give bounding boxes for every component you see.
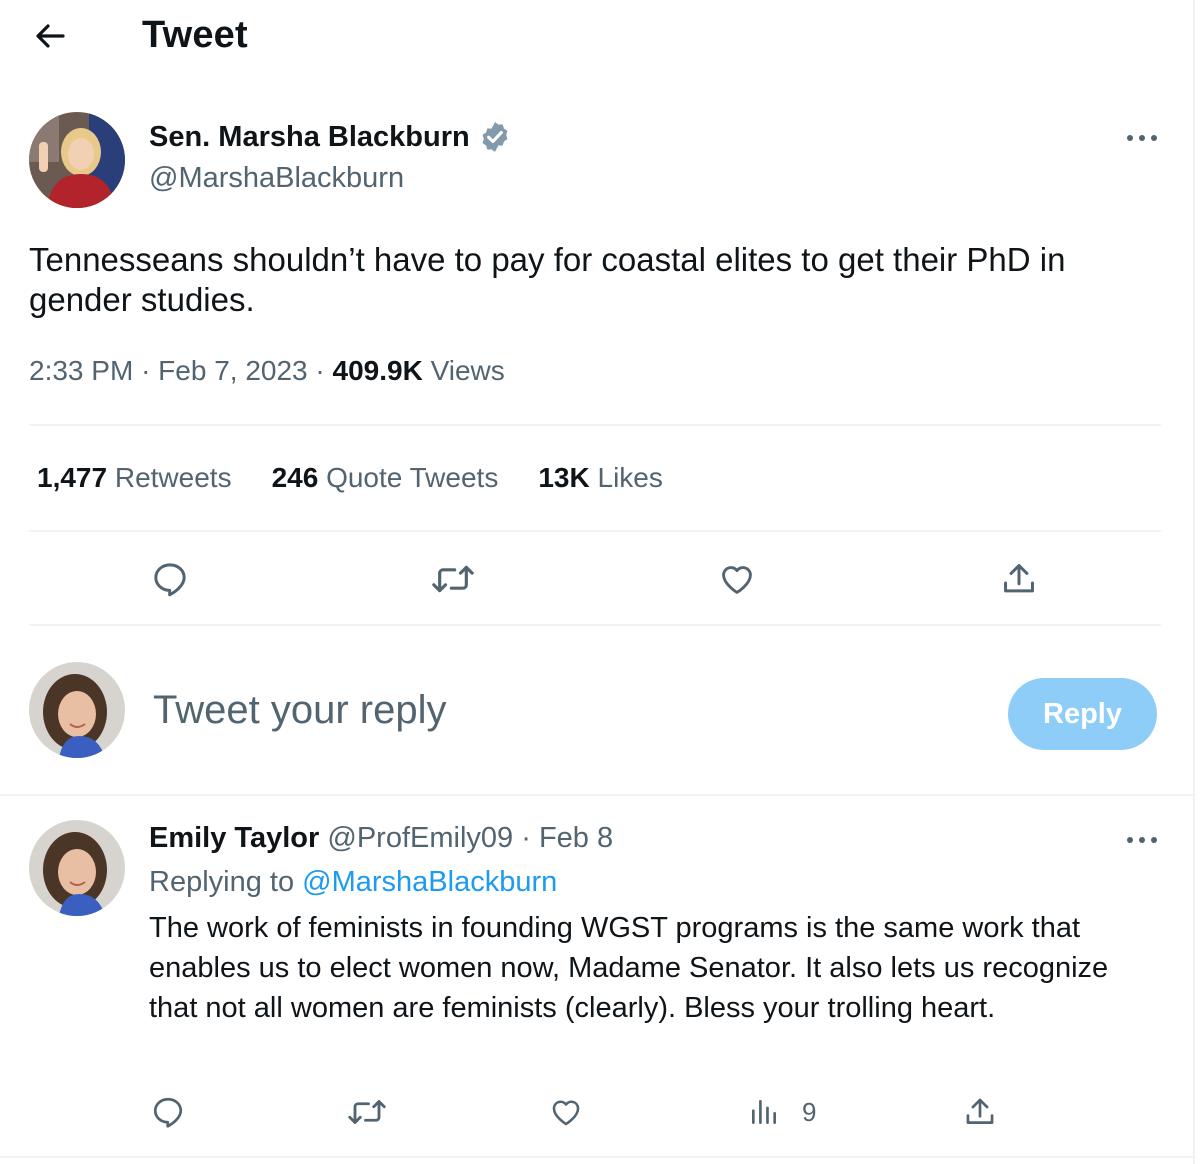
like-button[interactable] <box>712 555 762 603</box>
tweet-time[interactable]: 2:33 PM <box>29 355 133 386</box>
likes-stat[interactable]: 13K Likes <box>538 462 663 494</box>
quotes-label: Quote Tweets <box>326 462 499 493</box>
quote-tweets-stat[interactable]: 246 Quote Tweets <box>272 462 499 494</box>
more-icon <box>1127 837 1157 843</box>
divider <box>29 624 1161 626</box>
reply-author-handle[interactable]: @ProfEmily09 <box>327 822 513 854</box>
replying-to: Replying to @MarshaBlackburn <box>149 866 557 899</box>
retweet-button[interactable] <box>427 555 479 603</box>
verified-badge-icon <box>482 122 508 152</box>
tweet-page: Tweet Sen. Marsha Blackburn @MarshaBlack… <box>0 0 1202 1164</box>
share-icon <box>966 1098 994 1124</box>
back-arrow-icon <box>36 24 65 48</box>
share-icon <box>1004 564 1034 593</box>
reply-retweet-button[interactable] <box>343 1090 391 1134</box>
tweet-date[interactable]: Feb 7, 2023 <box>158 355 307 386</box>
retweet-icon <box>432 565 474 593</box>
reply-input[interactable]: Tweet your reply <box>153 688 446 733</box>
user-avatar[interactable] <box>29 662 125 758</box>
divider <box>0 794 1193 796</box>
reply-date[interactable]: Feb 8 <box>539 822 613 854</box>
submit-reply-button[interactable]: Reply <box>1008 678 1157 750</box>
author-handle[interactable]: @MarshaBlackburn <box>149 162 404 195</box>
replying-mention[interactable]: @MarshaBlackburn <box>302 866 557 898</box>
reply-views-count: 9 <box>802 1096 817 1127</box>
divider <box>29 530 1161 532</box>
replying-prefix: Replying to <box>149 866 295 898</box>
reply-reply-button[interactable] <box>146 1090 190 1134</box>
tweet-text: Tennesseans shouldn’t have to pay for co… <box>29 241 1066 318</box>
reply-icon <box>153 1097 183 1128</box>
reply-author-avatar[interactable] <box>29 820 125 916</box>
more-icon <box>1127 135 1157 141</box>
divider <box>0 1156 1193 1158</box>
tweet-meta: 2:33 PM · Feb 7, 2023 · 409.9K Views <box>29 355 505 387</box>
engagement-stats: 1,477 Retweets 246 Quote Tweets 13K Like… <box>37 462 663 494</box>
author-avatar[interactable] <box>29 112 125 208</box>
reply-views-button[interactable]: 9 <box>748 1090 816 1134</box>
reply-header: Emily Taylor @ProfEmily09 · Feb 8 <box>149 822 613 855</box>
reply-author-name[interactable]: Emily Taylor <box>149 822 319 854</box>
page-title: Tweet <box>142 14 248 56</box>
likes-count: 13K <box>538 462 590 493</box>
reply-share-button[interactable] <box>958 1090 1002 1134</box>
header: Tweet <box>0 0 1193 72</box>
author-name-row: Sen. Marsha Blackburn <box>149 120 512 154</box>
meta-separator: · <box>521 822 539 854</box>
tweet-more-button[interactable] <box>1120 123 1164 153</box>
like-icon <box>722 566 752 594</box>
reply-text: The work of feminists in founding WGST p… <box>149 912 1109 1024</box>
likes-label: Likes <box>597 462 663 493</box>
reply-icon <box>154 563 186 597</box>
reply-like-button[interactable] <box>544 1090 588 1134</box>
share-button[interactable] <box>995 555 1043 603</box>
author-name[interactable]: Sen. Marsha Blackburn <box>149 121 470 154</box>
retweet-icon <box>348 1100 386 1124</box>
reply-more-button[interactable] <box>1120 825 1164 855</box>
retweets-stat[interactable]: 1,477 Retweets <box>37 462 232 494</box>
quotes-count: 246 <box>271 462 319 493</box>
retweets-label: Retweets <box>114 462 232 493</box>
views-icon <box>752 1100 776 1124</box>
views-count: 409.9K <box>332 355 423 386</box>
like-icon <box>552 1100 580 1126</box>
retweets-count: 1,477 <box>37 462 108 493</box>
divider <box>29 424 1161 426</box>
reply-button[interactable] <box>145 555 195 603</box>
meta-separator: · <box>315 355 333 386</box>
meta-separator: · <box>141 355 159 386</box>
column-border <box>1193 0 1195 1164</box>
back-button[interactable] <box>28 16 72 56</box>
views-label: Views <box>430 355 505 386</box>
